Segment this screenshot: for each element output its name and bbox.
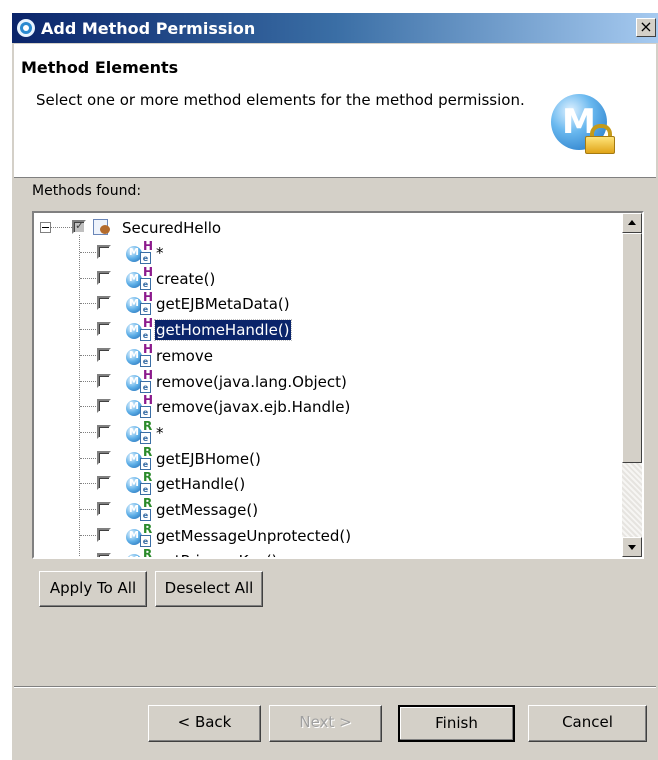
method-checkbox[interactable] (97, 270, 111, 285)
title-bar: Add Method Permission × (12, 13, 658, 43)
tree-connector (80, 277, 96, 279)
remote-interface-method-icon: Re (126, 419, 152, 446)
method-label: getHandle() (156, 475, 246, 494)
close-button[interactable]: × (636, 18, 656, 37)
method-row[interactable]: HegetEJBMetaData() (34, 290, 621, 317)
ejb-bean-icon (93, 219, 111, 235)
method-checkbox[interactable] (97, 502, 111, 516)
methods-tree-viewport: SecuredHello He*Hecreate()HegetEJBMetaDa… (34, 213, 621, 557)
method-label: remove(java.lang.Object) (156, 372, 347, 391)
method-row[interactable]: Heremove (34, 342, 621, 369)
method-checkbox[interactable] (97, 399, 111, 414)
tree-connector (80, 406, 96, 408)
tree-connector (50, 227, 72, 228)
method-row[interactable]: RegetEJBHome() (34, 445, 621, 472)
wizard-app-icon (17, 19, 35, 37)
tree-connector (80, 483, 96, 485)
vertical-scrollbar[interactable] (622, 213, 642, 557)
tree-root-row[interactable]: SecuredHello (34, 215, 621, 241)
method-label: * (156, 244, 164, 262)
method-row[interactable]: RegetPrimaryKey() (34, 547, 621, 557)
method-label: create() (156, 269, 216, 288)
method-label: getMessage() (156, 501, 259, 519)
tree-connector (80, 509, 96, 510)
method-row[interactable]: Re* (34, 419, 621, 446)
method-row[interactable]: Heremove(javax.ejb.Handle) (34, 393, 621, 420)
tree-connector (80, 303, 96, 305)
back-button[interactable]: < Back (148, 705, 261, 742)
remote-interface-method-icon: Re (126, 445, 152, 472)
home-interface-method-icon: He (126, 368, 153, 395)
method-row[interactable]: Heremove(java.lang.Object) (34, 368, 621, 395)
method-checkbox[interactable] (97, 245, 111, 259)
tree-connector (80, 431, 96, 433)
home-interface-method-icon: He (126, 265, 153, 292)
home-interface-method-icon: He (126, 239, 153, 266)
method-checkbox[interactable] (97, 296, 111, 311)
tree-connector (80, 354, 96, 356)
scroll-up-button[interactable] (622, 213, 642, 233)
method-row[interactable]: HegetHomeHandle() (34, 316, 621, 343)
method-label: getEJBMetaData() (156, 295, 290, 314)
method-checkbox[interactable] (97, 450, 111, 465)
method-label: getHomeHandle() (154, 319, 292, 342)
method-label: getPrimaryKey() (155, 551, 279, 557)
next-button[interactable]: Next > (269, 705, 382, 742)
method-label: remove(javax.ejb.Handle) (156, 398, 351, 417)
home-interface-method-icon: He (126, 290, 153, 317)
method-checkbox[interactable] (97, 553, 111, 557)
scroll-down-button[interactable] (622, 537, 642, 557)
method-label: * (156, 423, 164, 442)
tree-connector (80, 329, 96, 331)
method-label: remove (156, 346, 213, 365)
scroll-thumb[interactable] (622, 233, 642, 463)
tree-connector (80, 380, 96, 382)
lock-icon (585, 124, 615, 154)
method-row[interactable]: RegetMessage() (34, 496, 621, 523)
add-method-permission-dialog: Add Method Permission × Method Elements … (12, 13, 658, 760)
window-title: Add Method Permission (41, 19, 256, 38)
methods-tree[interactable]: SecuredHello He*Hecreate()HegetEJBMetaDa… (32, 211, 644, 559)
footer-separator (14, 686, 656, 688)
page-title: Method Elements (21, 58, 179, 77)
deselect-all-button[interactable]: Deselect All (155, 571, 263, 607)
root-checkbox[interactable] (72, 219, 86, 234)
method-row[interactable]: RegetMessageUnprotected() (34, 522, 621, 549)
root-label: SecuredHello (122, 219, 222, 237)
finish-button[interactable]: Finish (398, 705, 515, 742)
method-row[interactable]: He* (34, 239, 621, 266)
home-interface-method-icon: He (126, 393, 153, 420)
page-description: Select one or more method elements for t… (36, 91, 525, 109)
remote-interface-method-icon: Re (126, 547, 152, 557)
method-label: getEJBHome() (156, 449, 261, 468)
method-label: getMessageUnprotected() (156, 526, 352, 545)
apply-to-all-button[interactable]: Apply To All (39, 571, 147, 607)
home-interface-method-icon: He (126, 316, 153, 343)
tree-connector (80, 457, 96, 459)
method-checkbox[interactable] (97, 476, 111, 491)
method-checkbox[interactable] (97, 373, 111, 388)
home-interface-method-icon: He (126, 342, 153, 369)
method-row[interactable]: Hecreate() (34, 265, 621, 292)
method-checkbox[interactable] (97, 527, 111, 542)
remote-interface-method-icon: Re (126, 496, 152, 523)
method-checkbox[interactable] (97, 322, 111, 337)
method-checkbox[interactable] (97, 424, 111, 439)
tree-connector (80, 534, 96, 536)
wizard-header: Method Elements Select one or more metho… (14, 44, 656, 178)
remote-interface-method-icon: Re (126, 522, 152, 549)
method-checkbox[interactable] (97, 347, 111, 362)
tree-connector (80, 252, 96, 253)
remote-interface-method-icon: Re (126, 470, 152, 497)
methods-found-label: Methods found: (32, 183, 142, 199)
method-row[interactable]: RegetHandle() (34, 470, 621, 497)
cancel-button[interactable]: Cancel (528, 705, 647, 742)
